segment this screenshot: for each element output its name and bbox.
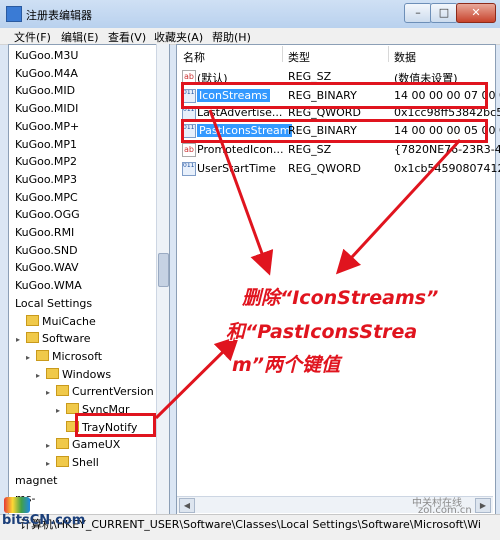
arrow-from-traynotify [154,335,240,420]
registry-editor-window: 注册表编辑器 – □ ✕ 文件(F) 编辑(E) 查看(V) 收藏夹(A) 帮助… [0,0,500,540]
annotation-arrows [154,109,462,420]
arrow-to-text-left [208,109,274,276]
bitscn-logo [4,497,30,513]
annotation-line-1: 删除“IconStreams” [242,287,439,309]
watermark-left: bitsCN.com [2,513,86,528]
annotation-line-2: 和“PastIconsStrea [226,321,418,343]
watermark-right-url: zol.com.cn [418,505,472,516]
annotation-line-3: m”两个键值 [232,354,341,376]
arrow-to-text-right [335,138,462,275]
